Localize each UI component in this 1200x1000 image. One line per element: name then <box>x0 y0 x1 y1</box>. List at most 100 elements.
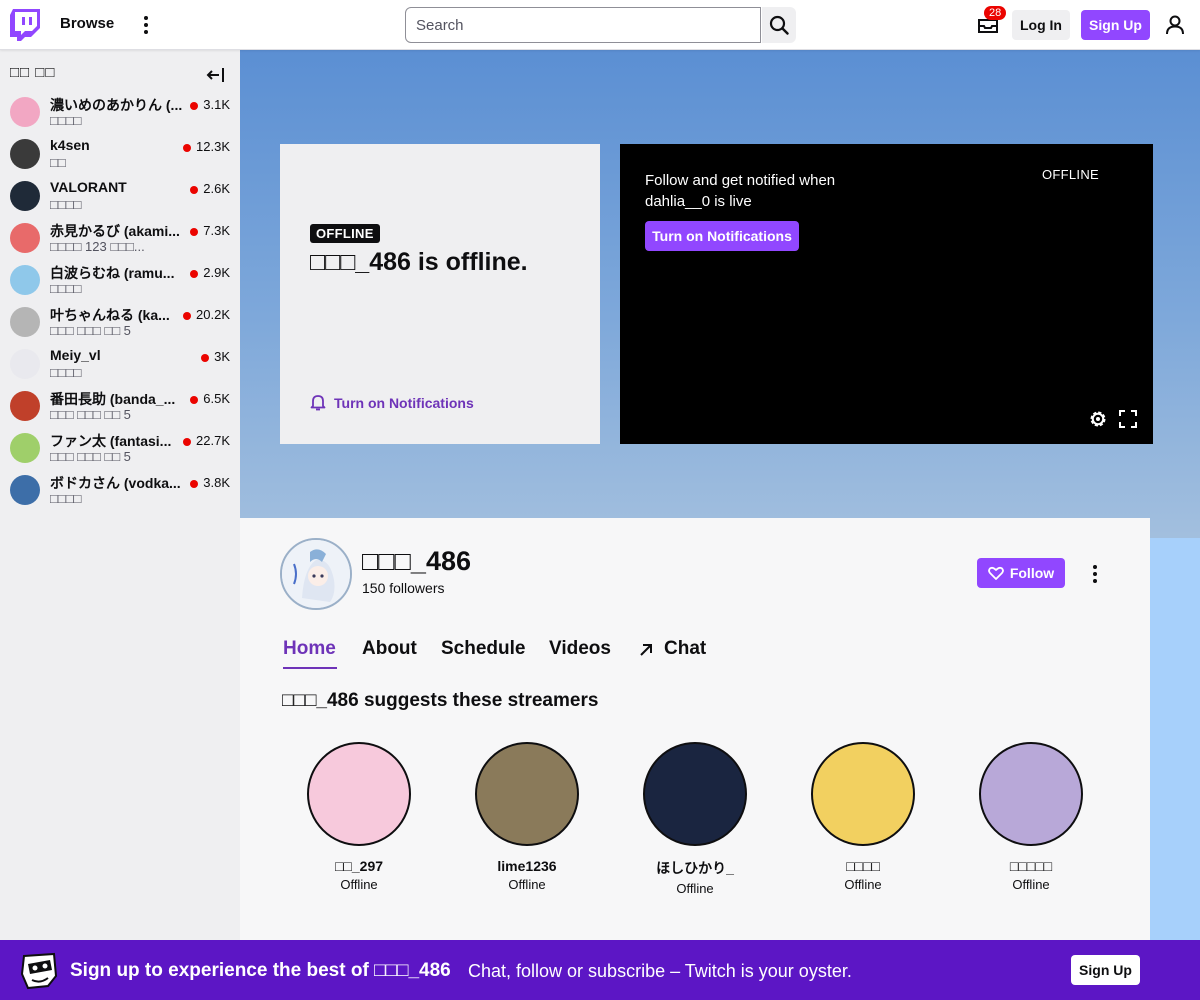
viewer-count: 2.6K <box>203 181 230 196</box>
sidebar: □□ □□ 濃いめのあかりん (... □□□□ 3.1K k4sen □□ 12.3K V… <box>0 50 240 940</box>
signup-banner-button[interactable]: Sign Up <box>1071 955 1140 985</box>
sidebar-channel-item[interactable]: VALORANT □□□□ 2.6K <box>0 176 240 218</box>
suggested-streamer[interactable]: □□□□□ Offline <box>971 742 1091 892</box>
search-input[interactable] <box>405 7 761 43</box>
live-indicator <box>190 228 198 236</box>
player-message: Follow and get notified when dahlia__0 i… <box>645 172 836 210</box>
suggested-streamer-status: Offline <box>844 877 882 892</box>
suggested-streamer-name[interactable]: lime1236 <box>467 858 587 874</box>
viewer-count: 2.9K <box>203 265 230 280</box>
tab-videos[interactable]: Videos <box>549 638 611 660</box>
sidebar-channel-category: □□□ □□□ □□ 5 <box>50 323 131 338</box>
sidebar-channel-name: k4sen <box>50 137 90 153</box>
live-indicator <box>183 312 191 320</box>
fullscreen-icon[interactable] <box>1118 409 1138 429</box>
sidebar-channel-category: □□ <box>50 155 66 170</box>
live-indicator <box>190 480 198 488</box>
player-notifications-button[interactable]: Turn on Notifications <box>645 221 799 251</box>
sidebar-channel-item[interactable]: k4sen □□ 12.3K <box>0 134 240 176</box>
sidebar-channel-name: 白波らむね (ramu... <box>50 265 175 281</box>
suggested-streamer-avatar[interactable] <box>475 742 579 846</box>
video-player[interactable]: Follow and get notified when dahlia__0 i… <box>620 144 1153 444</box>
channel-avatar-small <box>10 475 40 505</box>
suggested-streamer-status: Offline <box>676 881 714 896</box>
search-icon <box>769 15 789 35</box>
channel-avatar-small <box>10 391 40 421</box>
follow-label: Follow <box>1009 565 1055 581</box>
sidebar-channel-item[interactable]: Meiy_vl □□□□ 3K <box>0 344 240 386</box>
user-menu-icon[interactable] <box>1164 14 1186 36</box>
twitch-logo-icon[interactable] <box>10 9 40 41</box>
viewer-count: 7.3K <box>203 223 230 238</box>
sidebar-channel-item[interactable]: ファン太 (fantasi... □□□ □□□ □□ 5 22.7K <box>0 428 240 470</box>
sidebar-channel-category: □□□□ <box>50 113 82 128</box>
sidebar-channel-item[interactable]: 白波らむね (ramu... □□□□ 2.9K <box>0 260 240 302</box>
inbox-count-badge: 28 <box>984 6 1007 20</box>
tab-about[interactable]: About <box>362 638 417 660</box>
tab-home[interactable]: Home <box>283 638 336 660</box>
viewer-count: 22.7K <box>196 433 230 448</box>
collapse-sidebar-icon[interactable] <box>206 66 226 84</box>
viewer-count: 3.8K <box>203 475 230 490</box>
suggested-streamer[interactable]: lime1236 Offline <box>467 742 587 892</box>
suggested-streamer-status: Offline <box>1012 877 1050 892</box>
suggested-streamer-avatar[interactable] <box>811 742 915 846</box>
follower-count: 150 followers <box>362 580 445 596</box>
live-indicator <box>190 186 198 194</box>
channel-avatar-small <box>10 97 40 127</box>
sidebar-heading: □□ □□ <box>10 64 56 81</box>
sidebar-channel-category: □□□□ 123 □□□... <box>50 239 145 254</box>
channel-more-icon[interactable] <box>1086 562 1104 586</box>
sidebar-channel-item[interactable]: 番田長助 (banda_... □□□ □□□ □□ 5 6.5K <box>0 386 240 428</box>
sidebar-channel-name: ファン太 (fantasi... <box>50 433 172 449</box>
gear-icon[interactable] <box>1088 409 1108 429</box>
sidebar-channel-name: ボドカさん (vodka... <box>50 475 181 491</box>
suggested-streamer-status: Offline <box>340 877 378 892</box>
channel-avatar-small <box>10 265 40 295</box>
sidebar-channel-item[interactable]: 赤見かるび (akami... □□□□ 123 □□□... 7.3K <box>0 218 240 260</box>
suggested-streamer[interactable]: □□_297 Offline <box>299 742 419 892</box>
suggestions-title: □□□_486 suggests these streamers <box>282 690 599 711</box>
signup-button[interactable]: Sign Up <box>1081 10 1150 40</box>
sidebar-channel-item[interactable]: 濃いめのあかりん (... □□□□ 3.1K <box>0 92 240 134</box>
sidebar-channel-category: □□□□ <box>50 365 82 380</box>
viewer-count: 3K <box>214 349 230 364</box>
channel-avatar-small <box>10 181 40 211</box>
sidebar-channel-item[interactable]: 叶ちゃんねる (ka... □□□ □□□ □□ 5 20.2K <box>0 302 240 344</box>
offline-card: OFFLINE □□□_486 is offline. Turn on Noti… <box>280 144 600 444</box>
live-indicator <box>201 354 209 362</box>
suggested-streamer-avatar[interactable] <box>307 742 411 846</box>
live-indicator <box>190 270 198 278</box>
suggested-streamer-name[interactable]: ほしひかり_ <box>635 858 755 878</box>
tab-chat[interactable]: Chat <box>664 638 706 660</box>
suggested-streamer-name[interactable]: □□_297 <box>299 858 419 874</box>
suggested-streamer-name[interactable]: □□□□ <box>803 858 923 874</box>
more-menu-icon[interactable] <box>137 13 155 37</box>
suggested-streamer[interactable]: □□□□ Offline <box>803 742 923 892</box>
suggested-streamer-avatar[interactable] <box>979 742 1083 846</box>
browse-link[interactable]: Browse <box>60 15 114 32</box>
sidebar-channel-category: □□□□ <box>50 491 82 506</box>
channel-avatar-small <box>10 139 40 169</box>
viewer-count: 6.5K <box>203 391 230 406</box>
turn-on-notifications-label: Turn on Notifications <box>334 394 474 411</box>
suggested-streamer[interactable]: ほしひかり_ Offline <box>635 742 755 896</box>
sidebar-channel-category: □□□ □□□ □□ 5 <box>50 449 131 464</box>
banner-edge <box>1150 538 1200 940</box>
viewer-count: 3.1K <box>203 97 230 112</box>
active-tab-indicator <box>283 667 337 669</box>
external-arrow-icon <box>640 644 652 656</box>
suggested-streamer-avatar[interactable] <box>643 742 747 846</box>
login-button[interactable]: Log In <box>1012 10 1070 40</box>
channel-avatar[interactable] <box>280 538 352 610</box>
sidebar-channel-item[interactable]: ボドカさん (vodka... □□□□ 3.8K <box>0 470 240 512</box>
follow-button[interactable]: Follow <box>977 558 1065 588</box>
turn-on-notifications-link[interactable]: Turn on Notifications <box>310 394 474 411</box>
channel-info-panel: □□□_486 150 followers Follow Home About … <box>240 518 1150 940</box>
offline-title: □□□_486 is offline. <box>310 248 528 276</box>
player-offline-status: OFFLINE <box>1042 167 1099 182</box>
viewer-count: 12.3K <box>196 139 230 154</box>
search-button[interactable] <box>762 7 796 43</box>
tab-schedule[interactable]: Schedule <box>441 638 525 660</box>
suggested-streamer-name[interactable]: □□□□□ <box>971 858 1091 874</box>
